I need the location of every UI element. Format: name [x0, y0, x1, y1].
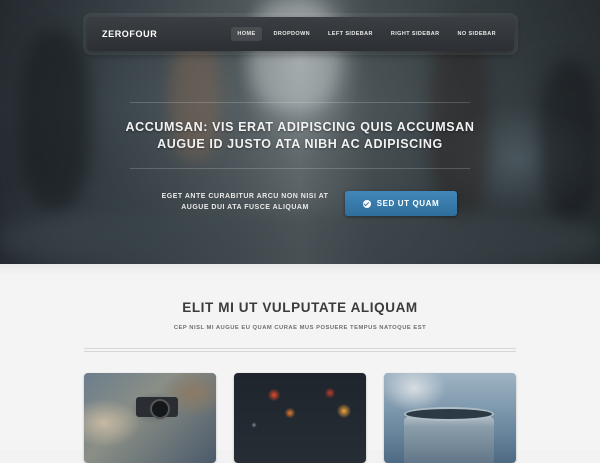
hero-headline-line-2: AUGUE ID JUSTO ATA NIBH AC ADIPISCING: [157, 137, 443, 151]
hero-cta-line-1: EGET ANTE CURABITUR ARCU NON NISI AT: [161, 193, 329, 200]
nav-menu: HOME DROPDOWN LEFT SIDEBAR RIGHT SIDEBAR…: [225, 17, 502, 51]
cup-rim: [404, 407, 494, 421]
camera-lens: [150, 399, 170, 419]
hero-cta-line-2: AUGUE DUI ATA FUSCE ALIQUAM: [181, 204, 309, 211]
hero-banner: ZEROFOUR HOME DROPDOWN LEFT SIDEBAR RIGH…: [0, 0, 600, 264]
nav-item-dropdown[interactable]: DROPDOWN: [268, 27, 317, 41]
background-blur: [20, 30, 90, 210]
section-divider: [84, 348, 516, 349]
top-navbar: ZEROFOUR HOME DROPDOWN LEFT SIDEBAR RIGH…: [87, 17, 514, 51]
background-blur: [540, 60, 600, 220]
nav-item-left-sidebar[interactable]: LEFT SIDEBAR: [322, 27, 379, 41]
sed-ut-quam-button[interactable]: SED UT QUAM: [345, 191, 457, 216]
background-blur: [0, 210, 600, 264]
hero-divider-bottom: [130, 168, 470, 169]
cta-button-label: SED UT QUAM: [376, 199, 440, 208]
nav-item-no-sidebar[interactable]: NO SIDEBAR: [451, 27, 502, 41]
check-circle-icon: [362, 199, 371, 208]
hero-headline-line-1: ACCUMSAN: VIS ERAT ADIPISCING QUIS ACCUM…: [125, 120, 475, 134]
hero-divider-top: [130, 102, 470, 103]
hero-cta-text: EGET ANTE CURABITUR ARCU NON NISI AT AUG…: [150, 191, 340, 213]
section-title: ELIT MI UT VULPUTATE ALIQUAM: [182, 300, 418, 315]
hero-headline: ACCUMSAN: VIS ERAT ADIPISCING QUIS ACCUM…: [100, 119, 500, 153]
nav-item-home[interactable]: HOME: [231, 27, 262, 41]
nav-item-right-sidebar[interactable]: RIGHT SIDEBAR: [385, 27, 446, 41]
section-divider: [84, 351, 516, 352]
site-logo[interactable]: ZEROFOUR: [102, 17, 157, 51]
section-subtitle: CEP NISL MI AUGUE EU QUAM CURAE MUS POSU…: [173, 325, 427, 331]
